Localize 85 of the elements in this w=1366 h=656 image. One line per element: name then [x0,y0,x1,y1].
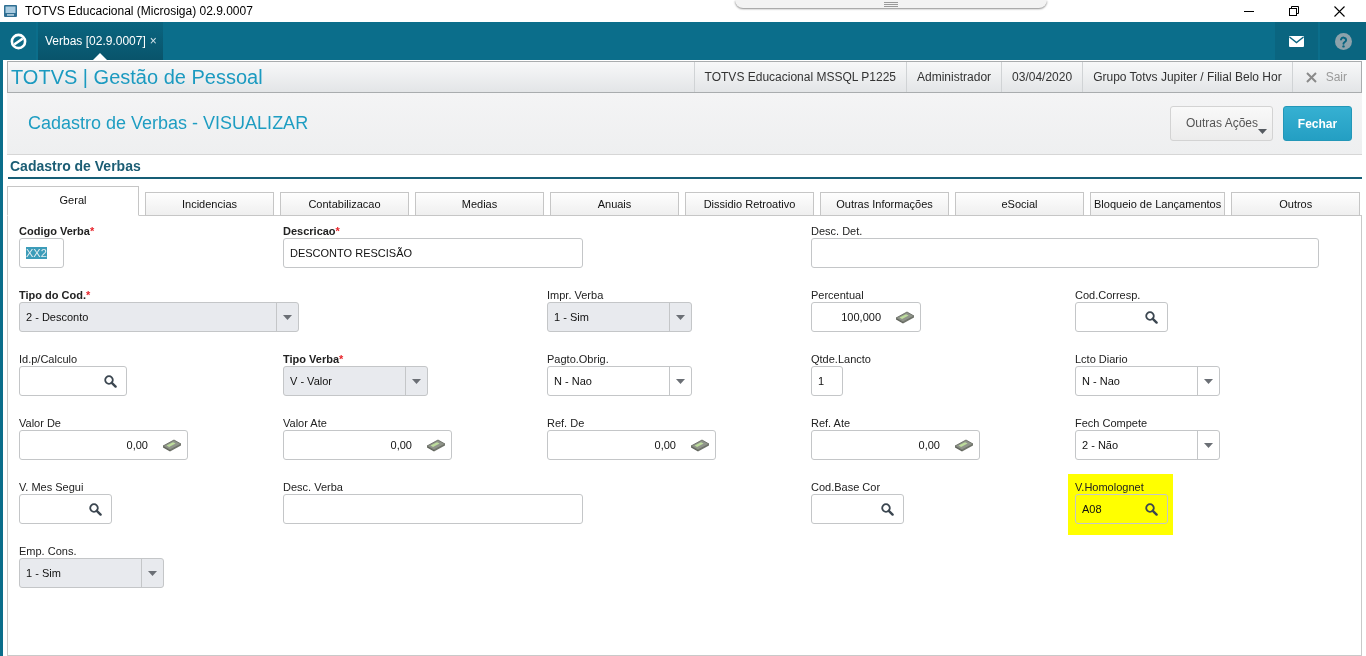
app-tab[interactable]: Verbas [02.9.0007] × [38,22,163,60]
dropdown-field[interactable]: N - Nao [1075,366,1220,396]
field-label: Lcto Diario [1075,352,1128,366]
field-label: Ref. Ate [811,416,851,430]
calculator-icon[interactable] [895,310,915,324]
restore-icon[interactable] [1289,6,1299,16]
mail-button[interactable] [1275,22,1318,60]
field-label: Valor De [19,416,61,430]
more-actions-button[interactable]: Outras Ações [1170,106,1273,141]
environment-text: TOTVS Educacional MSSQL P1225 [704,70,897,84]
app-window-icon [4,5,17,17]
close-icon [1305,71,1317,83]
field-label: Descricao* [283,224,340,238]
help-icon [1334,32,1352,50]
search-icon[interactable] [89,502,102,516]
tab[interactable]: Outras Informações [820,192,949,216]
field-label: Tipo Verba* [283,352,344,366]
section-title: Cadastro de Verbas [10,158,141,174]
dropdown-field[interactable]: N - Nao [547,366,692,396]
amount-field[interactable]: 0,00 [811,430,980,460]
field-label: Cod.Corresp. [1075,288,1141,302]
field-label: Ref. De [547,416,585,430]
field-label: Codigo Verba* [19,224,95,238]
lookup-field[interactable] [19,366,127,396]
tab[interactable]: Dissidio Retroativo [685,192,814,216]
mail-icon [1289,35,1304,47]
field-label: Desc. Det. [811,224,863,238]
field-label: Fech Compete [1075,416,1148,430]
calculator-icon[interactable] [162,438,182,452]
field-label: Tipo do Cod.* [19,288,91,302]
search-icon[interactable] [1145,502,1158,516]
search-icon[interactable] [104,374,117,388]
amount-field[interactable]: 0,00 [547,430,716,460]
tab[interactable]: Anuais [550,192,679,216]
amount-field[interactable]: 100,000 [811,302,921,332]
pointer-icon [93,53,108,60]
field-label: Pagto.Obrig. [547,352,609,366]
tab[interactable]: Bloqueio de Lançamentos [1090,192,1226,216]
grip-icon[interactable] [884,1,898,7]
amount-field[interactable]: 0,00 [283,430,452,460]
lookup-field[interactable]: A08 [1075,494,1168,524]
window-title: TOTVS Educacional (Microsiga) 02.9.0007 [25,4,253,18]
tab[interactable]: Outros [1231,192,1361,216]
search-icon[interactable] [1145,310,1158,324]
app-title: TOTVS | Gestão de Pessoal [10,65,263,89]
lookup-field[interactable] [19,494,112,524]
text-field[interactable]: DESCONTO RESCISÃO [283,238,583,268]
field-label: Emp. Cons. [19,544,77,558]
date-text: 03/04/2020 [1012,70,1073,84]
caret-down-icon[interactable] [676,378,685,384]
home-button[interactable] [0,22,36,60]
caret-down-icon[interactable] [1204,442,1213,448]
tab[interactable]: Contabilizacao [280,192,409,216]
caret-down-icon [1258,129,1267,134]
dropdown-field[interactable]: 2 - Não [1075,430,1220,460]
logo-icon [9,32,27,50]
field-label: Impr. Verba [547,288,604,302]
field-label: Percentual [811,288,864,302]
calculator-icon[interactable] [690,438,710,452]
text-field[interactable]: 1 [811,366,843,396]
calculator-icon[interactable] [954,438,974,452]
field-label: Desc. Verba [283,480,343,494]
field-label: Qtde.Lancto [811,352,871,366]
close-icon[interactable] [1334,5,1345,17]
field-label: Valor Ate [283,416,327,430]
tab[interactable]: Geral [7,186,139,216]
amount-field[interactable]: 0,00 [19,430,188,460]
text-field[interactable] [283,494,583,524]
lookup-field[interactable] [1075,302,1168,332]
tab[interactable]: Medias [415,192,544,216]
branch-text: Grupo Totvs Jupiter / Filial Belo Hor [1093,70,1282,84]
user-text: Administrador [917,70,992,84]
text-field[interactable] [811,238,1319,268]
search-icon[interactable] [881,502,894,516]
field-label: Cod.Base Cor [811,480,881,494]
page-title: Cadastro de Verbas - VISUALIZAR [28,113,309,134]
field-label: Id.p/Calculo [19,352,78,366]
lookup-field[interactable] [811,494,904,524]
caret-down-icon[interactable] [1204,378,1213,384]
field-label: V.Homolognet [1075,480,1144,494]
tab[interactable]: Incidencias [145,192,274,216]
tab-close-button[interactable]: × [149,35,157,47]
calculator-icon[interactable] [426,438,446,452]
field-label: V. Mes Segui [19,480,84,494]
tab[interactable]: eSocial [955,192,1084,216]
